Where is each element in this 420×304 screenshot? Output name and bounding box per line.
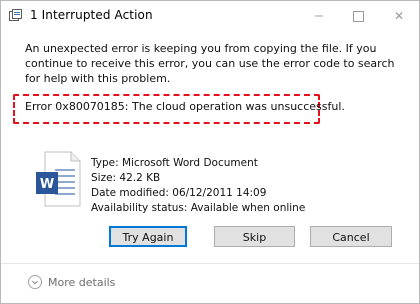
word-document-icon: W bbox=[36, 151, 81, 207]
minimize-button[interactable]: ─ bbox=[299, 1, 339, 31]
maximize-button[interactable] bbox=[339, 1, 379, 31]
skip-button[interactable]: Skip bbox=[214, 226, 295, 247]
window-title: 1 Interrupted Action bbox=[30, 8, 153, 22]
close-button[interactable]: ✕ bbox=[379, 1, 419, 31]
file-details: Type: Microsoft Word Document Size: 42.2… bbox=[91, 156, 305, 216]
maximize-icon bbox=[353, 11, 364, 22]
svg-text:W: W bbox=[40, 177, 54, 192]
file-availability-status: Availability status: Available when onli… bbox=[91, 202, 306, 214]
title-bar: 1 Interrupted Action ─ ✕ bbox=[1, 1, 419, 31]
footer-divider bbox=[1, 263, 419, 264]
file-date-modified: Date modified: 06/12/2011 14:09 bbox=[91, 187, 267, 199]
interrupted-action-dialog: 1 Interrupted Action ─ ✕ An unexpected e… bbox=[0, 0, 420, 304]
file-type: Type: Microsoft Word Document bbox=[91, 157, 258, 169]
copy-action-icon bbox=[9, 9, 22, 21]
error-code-text: Error 0x80070185: The cloud operation wa… bbox=[25, 100, 345, 113]
cancel-button[interactable]: Cancel bbox=[310, 226, 392, 247]
error-message: An unexpected error is keeping you from … bbox=[25, 42, 395, 85]
try-again-button[interactable]: Try Again bbox=[109, 226, 187, 247]
file-size: Size: 42.2 KB bbox=[91, 172, 161, 184]
more-details-toggle[interactable]: More details bbox=[48, 276, 115, 289]
expand-chevron-icon[interactable] bbox=[28, 275, 42, 289]
